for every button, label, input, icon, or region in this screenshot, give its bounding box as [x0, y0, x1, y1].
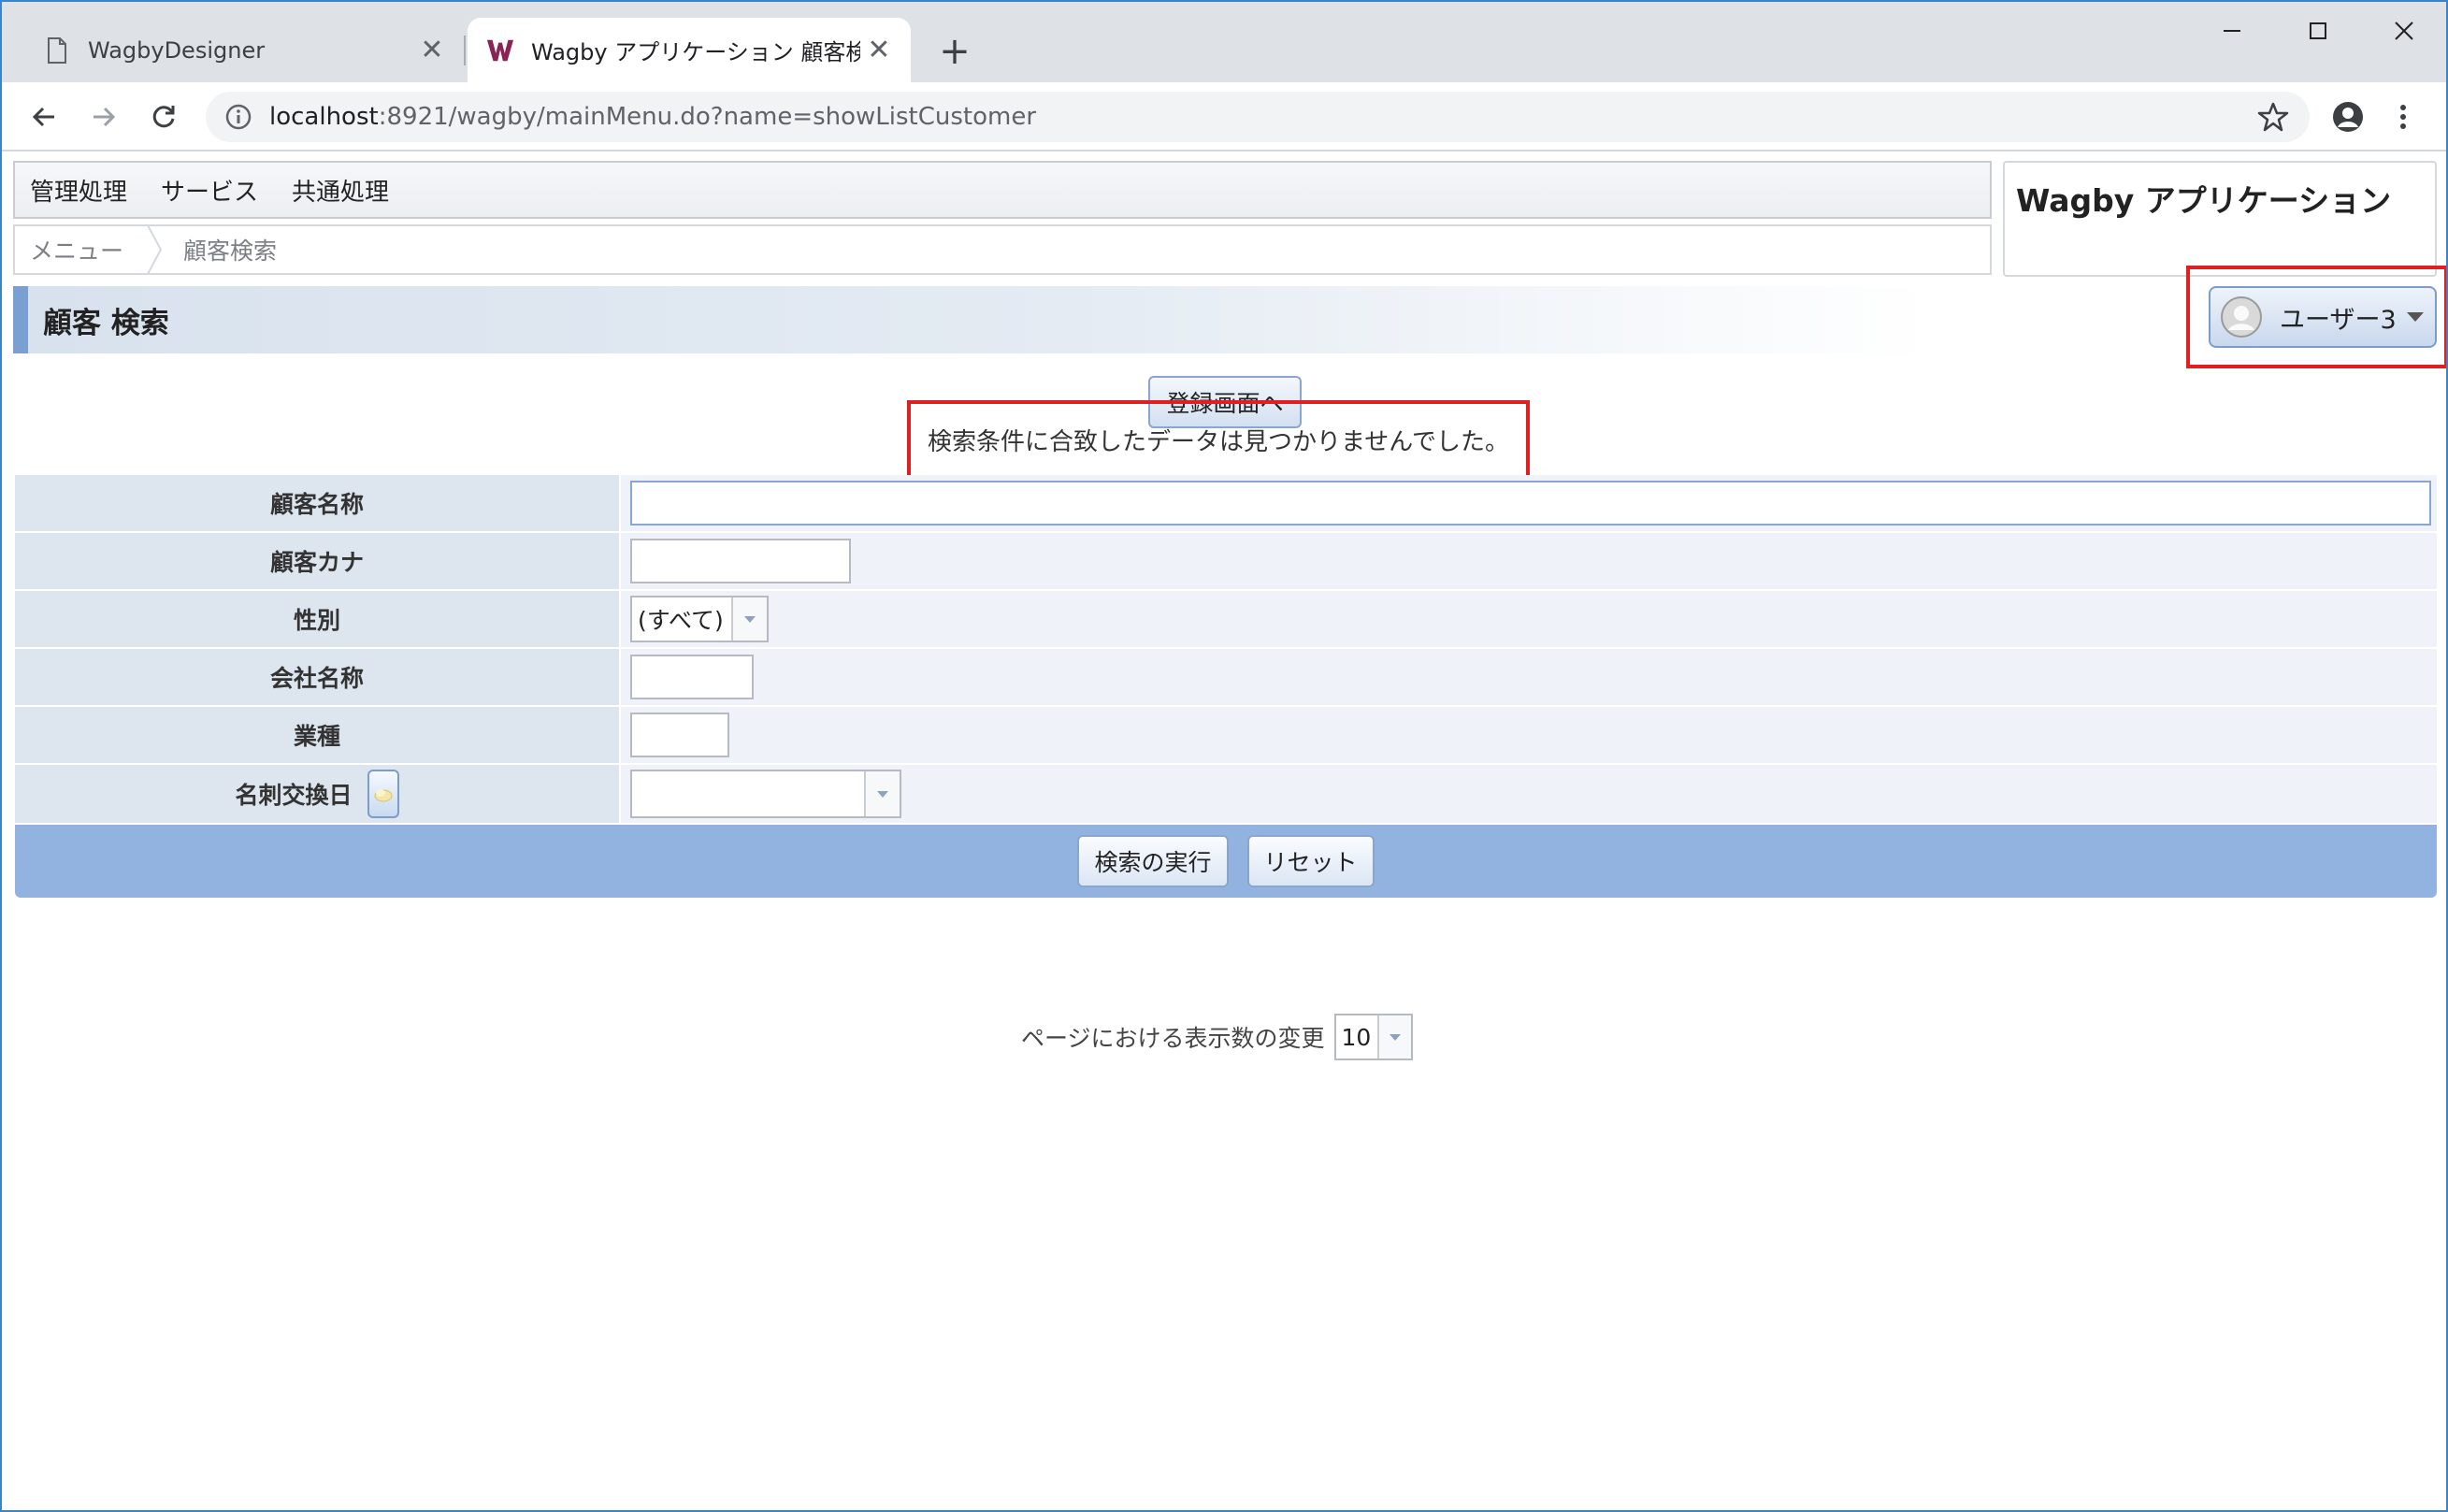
field-label: 会社名称 [15, 649, 619, 705]
wagby-logo-icon [486, 35, 514, 66]
customer-name-input[interactable] [630, 481, 2431, 526]
forward-arrow-icon[interactable] [80, 94, 127, 140]
menu-item-admin[interactable]: 管理処理 [30, 173, 127, 208]
field-cell: (すべて) [619, 591, 2437, 647]
field-cell [619, 765, 2437, 823]
page-size-control: ページにおける表示数の変更 10 [1021, 1014, 1413, 1060]
tab-strip: WagbyDesigner ✕ Wagby アプリケーション 顧客検索 ✕ + [2, 2, 2446, 82]
form-row-customer-name: 顧客名称 [15, 475, 2437, 533]
chevron-down-icon[interactable] [731, 598, 767, 641]
form-row-customer-kana: 顧客カナ [15, 533, 2437, 591]
reload-icon[interactable] [140, 94, 187, 140]
tab-separator [464, 36, 466, 65]
chevron-down-icon[interactable] [864, 771, 900, 816]
page-size-value: 10 [1341, 1023, 1372, 1051]
user-name: ユーザー3 [2280, 305, 2397, 335]
tab-wagbydesigner[interactable]: WagbyDesigner ✕ [15, 18, 464, 82]
breadcrumb-item-current: 顧客検索 [183, 238, 278, 265]
form-row-company-name: 会社名称 [15, 649, 2437, 707]
address-bar[interactable]: localhost:8921/wagby/mainMenu.do?name=sh… [206, 92, 2310, 142]
field-label: 性別 [15, 591, 619, 647]
industry-input[interactable] [630, 713, 729, 757]
field-cell [619, 707, 2437, 763]
info-icon[interactable] [224, 103, 252, 131]
document-icon [43, 35, 71, 66]
gender-select-value: (すべて) [638, 607, 724, 634]
profile-icon[interactable] [2325, 94, 2371, 140]
close-icon[interactable]: ✕ [413, 32, 451, 69]
breadcrumb-separator-icon [147, 225, 163, 274]
maximize-icon[interactable] [2276, 2, 2360, 60]
page-title: 顧客 検索 [13, 286, 1930, 353]
field-cell [619, 475, 2437, 531]
customer-kana-input[interactable] [630, 539, 851, 583]
tab-title: WagbyDesigner [88, 36, 266, 64]
gender-select[interactable]: (すべて) [630, 596, 769, 642]
page-size-label: ページにおける表示数の変更 [1021, 1025, 1325, 1052]
menu-item-service[interactable]: サービス [161, 173, 258, 208]
page-title-text: 顧客 検索 [43, 306, 169, 340]
close-icon[interactable]: ✕ [860, 32, 898, 69]
form-actions: 検索の実行 リセット [15, 825, 2437, 898]
page-size-select[interactable]: 10 [1333, 1014, 1413, 1060]
app-menubar: 管理処理 サービス 共通処理 [13, 161, 1992, 219]
field-cell [619, 649, 2437, 705]
tab-wagby-customer-search[interactable]: Wagby アプリケーション 顧客検索 ✕ [468, 18, 911, 82]
breadcrumb-item-menu[interactable]: メニュー [15, 233, 146, 266]
menu-item-common[interactable]: 共通処理 [292, 173, 389, 208]
browser-window: WagbyDesigner ✕ Wagby アプリケーション 顧客検索 ✕ + [0, 0, 2448, 1512]
url-path: :8921/wagby/mainMenu.do?name=showListCus… [378, 103, 1037, 131]
card-exchange-date-select[interactable] [630, 770, 901, 818]
field-label-with-icon: 名刺交換日 [15, 765, 619, 823]
url-text: localhost:8921/wagby/mainMenu.do?name=sh… [269, 103, 1036, 131]
user-avatar-icon [2221, 296, 2262, 338]
no-results-message: 検索条件に合致したデータは見つかりませんでした。 [907, 400, 1530, 479]
reset-button[interactable]: リセット [1246, 835, 1375, 887]
tab-title: Wagby アプリケーション 顧客検索 [531, 39, 860, 65]
form-row-gender: 性別 (すべて) [15, 591, 2437, 649]
url-host: localhost [269, 103, 379, 131]
search-execute-button[interactable]: 検索の実行 [1077, 835, 1229, 887]
new-tab-plus-icon[interactable]: + [933, 30, 976, 73]
back-arrow-icon[interactable] [21, 94, 67, 140]
field-label: 顧客名称 [15, 475, 619, 531]
search-form: 顧客名称 顧客カナ 性別 (すべて) 会社名称 業種 名刺交換日 検索の実行 リ… [15, 475, 2437, 898]
page-content: 管理処理 サービス 共通処理 メニュー 顧客検索 Wagby アプリケーション … [2, 151, 2446, 1510]
company-name-input[interactable] [630, 655, 754, 699]
browser-toolbar: localhost:8921/wagby/mainMenu.do?name=sh… [2, 82, 2446, 151]
app-title: Wagby アプリケーション [2003, 161, 2437, 277]
user-menu-button[interactable]: ユーザー3 [2209, 286, 2437, 348]
message-text: 検索条件に合致したデータは見つかりませんでした。 [928, 427, 1509, 456]
form-row-industry: 業種 [15, 707, 2437, 765]
breadcrumb: メニュー 顧客検索 [13, 224, 1992, 275]
calendar-icon[interactable] [367, 770, 399, 818]
chevron-down-icon[interactable] [1376, 1015, 1411, 1058]
field-label: 顧客カナ [15, 533, 619, 589]
minimize-icon[interactable] [2190, 2, 2274, 60]
star-icon[interactable] [2257, 101, 2289, 133]
field-cell [619, 533, 2437, 589]
form-row-card-exchange-date: 名刺交換日 [15, 765, 2437, 825]
chevron-down-icon [2406, 312, 2424, 322]
field-label: 業種 [15, 707, 619, 763]
window-close-icon[interactable] [2362, 2, 2446, 60]
more-vert-icon[interactable] [2384, 94, 2422, 140]
field-label: 名刺交換日 [235, 782, 353, 809]
